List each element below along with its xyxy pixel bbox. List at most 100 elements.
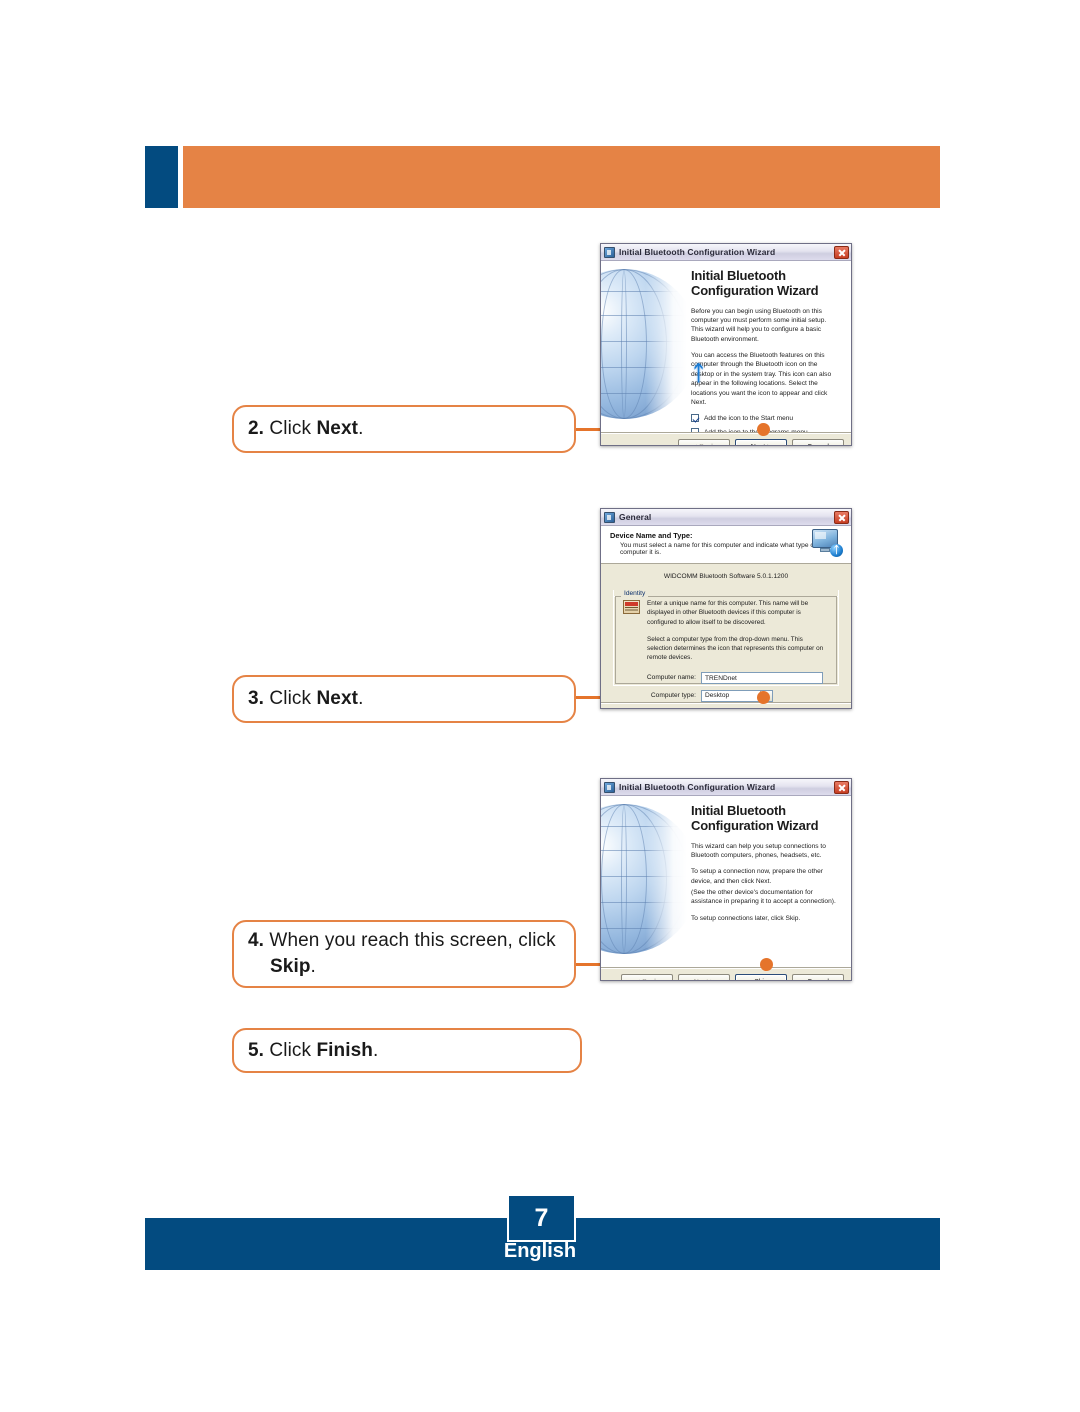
callout-step-5-text: 5. Click Finish. — [248, 1038, 378, 1064]
bluetooth-window-icon — [604, 781, 615, 793]
dialog2-header-subtitle: You must select a name for this computer… — [620, 542, 816, 556]
callout-step-3-text: 3. Click Next. — [248, 686, 363, 712]
computer-name-label: Computer name: — [646, 674, 696, 682]
step-number: 3. — [248, 688, 265, 710]
step-number: 5. — [248, 1039, 265, 1061]
dialog3-paragraph-3: (See the other device's documentation fo… — [691, 889, 836, 906]
connector-dot-step3 — [757, 691, 770, 704]
step-tail: . — [373, 1039, 379, 1061]
header-blue-block — [145, 146, 178, 208]
dialog1-body: Initial Bluetooth Configuration Wizard B… — [601, 261, 851, 445]
bluetooth-window-icon — [604, 246, 615, 258]
identity-groupbox: Identity Enter a unique name for this co… — [613, 590, 839, 702]
dialog-initial-bluetooth-wizard-1: Initial Bluetooth Configuration Wizard I… — [600, 243, 852, 446]
dialog-initial-bluetooth-wizard-2: Initial Bluetooth Configuration Wizard I… — [600, 778, 852, 981]
page-number-box: 7 — [507, 1194, 576, 1242]
dialog3-paragraph-1: This wizard can help you setup connectio… — [691, 842, 826, 859]
manual-page: 2. Click Next. 3. Click Next. 4. When yo… — [0, 0, 1080, 1412]
dialog2-header-title: Device Name and Type: — [610, 531, 693, 540]
cancel-button[interactable]: Cancel — [792, 974, 844, 980]
dialog1-globe-panel — [601, 261, 687, 433]
bluetooth-icon: ᛏ — [692, 362, 705, 385]
connector-dot-step4 — [760, 958, 773, 971]
dialog1-paragraph-2: You can access the Bluetooth features on… — [691, 352, 832, 406]
dialog1-wizard-content: Initial Bluetooth Configuration Wizard B… — [601, 261, 851, 445]
checkbox-icon[interactable] — [691, 414, 699, 423]
step-text: Click — [264, 418, 317, 440]
dialog2-content: WIDCOMM Bluetooth Software 5.0.1.1200 Id… — [601, 564, 851, 703]
cancel-button[interactable]: Cancel — [792, 439, 844, 445]
dialog3-heading: Initial Bluetooth Configuration Wizard — [691, 803, 819, 833]
identity-description-row: Enter a unique name for this computer. T… — [623, 599, 829, 627]
step-keyword: Next — [316, 418, 359, 440]
dialog3-titlebar[interactable]: Initial Bluetooth Configuration Wizard — [601, 779, 851, 796]
computer-type-label: Computer type: — [650, 692, 696, 700]
dialog2-header-strip: Device Name and Type: You must select a … — [601, 526, 851, 564]
step-tail: . — [310, 956, 316, 977]
dialog1-titlebar[interactable]: Initial Bluetooth Configuration Wizard — [601, 244, 851, 261]
monitor-stand — [820, 548, 830, 552]
callout-step-4-text: 4. When you reach this screen, click Ski… — [248, 928, 556, 979]
page-header-banner — [145, 146, 940, 208]
dialog3-wizard-content: Initial Bluetooth Configuration Wizard T… — [601, 796, 851, 968]
globe-fade-overlay — [601, 796, 687, 968]
dialog2-body: Device Name and Type: You must select a … — [601, 526, 851, 708]
dialog3-paragraph-2: To setup a connection now, prepare the o… — [691, 868, 823, 885]
back-button[interactable]: < Back — [621, 974, 673, 980]
callout-step-4: 4. When you reach this screen, click Ski… — [232, 920, 576, 988]
step-text: When you reach this screen, click — [264, 930, 556, 952]
computer-bluetooth-icon: ᛏ — [811, 529, 843, 559]
back-button[interactable]: < Back — [678, 439, 730, 445]
dialog3-button-bar: < Back Next > Skip Cancel — [601, 967, 851, 980]
step-keyword: Skip — [270, 956, 311, 977]
step-keyword-line: Skip. — [248, 954, 556, 980]
step-keyword: Next — [316, 688, 359, 710]
dialog3-globe-panel — [601, 796, 687, 968]
computer-name-input[interactable]: TRENDnet — [701, 671, 823, 684]
identity-card-icon — [623, 600, 640, 614]
globe-fade-overlay — [601, 261, 687, 433]
footer-language-label: English — [503, 1240, 577, 1262]
bluetooth-badge-icon: ᛏ — [830, 544, 843, 557]
step-keyword: Finish — [316, 1039, 374, 1061]
computer-name-row: Computer name: TRENDnet — [623, 671, 829, 684]
dialog-general-device-name-type: General Device Name and Type: You must s… — [600, 508, 852, 709]
dialog1-heading: Initial Bluetooth Configuration Wizard — [691, 268, 819, 298]
connector-dot-step2 — [757, 423, 770, 436]
dialog2-title: General — [619, 512, 652, 522]
callout-step-2: 2. Click Next. — [232, 405, 576, 453]
software-version-label: WIDCOMM Bluetooth Software 5.0.1.1200 — [663, 573, 789, 580]
dialog2-button-bar: < Back Next > Cancel — [601, 702, 851, 708]
page-number: 7 — [534, 1203, 549, 1232]
skip-button[interactable]: Skip — [735, 974, 787, 980]
computer-type-value: Desktop — [705, 692, 730, 700]
next-button[interactable]: Next > — [678, 974, 730, 980]
identity-paragraph-2: Select a computer type from the drop-dow… — [647, 635, 824, 662]
close-icon[interactable] — [834, 245, 849, 259]
next-button[interactable]: Next > — [735, 439, 787, 445]
dialog3-body: Initial Bluetooth Configuration Wizard T… — [601, 796, 851, 980]
step-number: 2. — [248, 418, 265, 440]
step-tail: . — [358, 418, 364, 440]
bluetooth-window-icon — [604, 511, 615, 523]
callout-step-3: 3. Click Next. — [232, 675, 576, 723]
callout-step-5: 5. Click Finish. — [232, 1028, 582, 1073]
checkbox-add-icon-start-menu[interactable]: Add the icon to the Start menu — [691, 414, 839, 423]
step-text: Click — [264, 1039, 317, 1061]
step-text: Click — [264, 688, 317, 710]
dialog3-text-panel: Initial Bluetooth Configuration Wizard T… — [687, 796, 851, 968]
dialog3-title: Initial Bluetooth Configuration Wizard — [619, 782, 776, 792]
dialog2-titlebar[interactable]: General — [601, 509, 851, 526]
step-number: 4. — [248, 930, 265, 952]
close-icon[interactable] — [834, 510, 849, 524]
identity-groupbox-legend: Identity — [621, 590, 649, 597]
checkbox-label: Add the icon to the Start menu — [704, 414, 794, 422]
step-tail: . — [358, 688, 364, 710]
dialog1-text-panel: Initial Bluetooth Configuration Wizard B… — [687, 261, 851, 445]
dialog1-paragraph-1: Before you can begin using Bluetooth on … — [691, 307, 827, 343]
dialog3-paragraph-4: To setup connections later, click Skip. — [691, 914, 801, 922]
header-orange-bar — [183, 146, 940, 208]
dialog1-title: Initial Bluetooth Configuration Wizard — [619, 247, 776, 257]
close-icon[interactable] — [834, 780, 849, 794]
computer-type-row: Computer type: Desktop ▼ — [623, 689, 829, 702]
